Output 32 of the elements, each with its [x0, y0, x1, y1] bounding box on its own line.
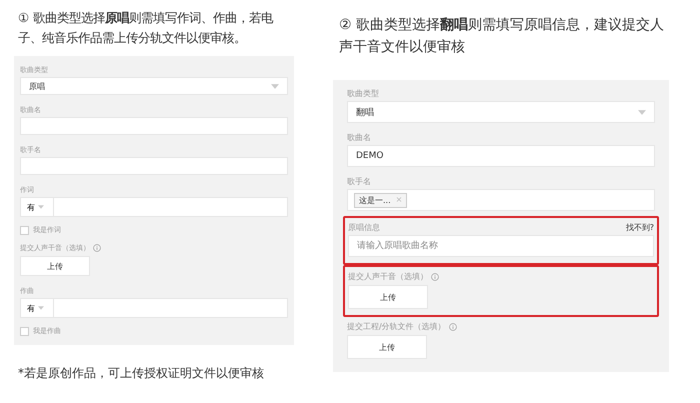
upload-button[interactable]: 上传 — [348, 285, 428, 309]
field-label: 提交工程/分轨文件（选填） — [347, 321, 446, 332]
field-label: 提交人声干音（选填） — [348, 271, 428, 282]
text-field[interactable] — [54, 298, 288, 318]
text-field[interactable] — [20, 117, 288, 135]
upload-button[interactable]: 上传 — [20, 256, 90, 276]
field-label: 歌曲类型 — [347, 88, 379, 99]
upload-button[interactable]: 上传 — [347, 335, 427, 359]
text-field[interactable] — [54, 197, 288, 217]
tag-field[interactable]: 这是一... × — [347, 189, 655, 211]
dropdown-arrow-icon — [638, 110, 646, 114]
dropdown-arrow-icon — [271, 84, 279, 88]
footnote-text: *若是原创作品，可上传授权证明文件以便审核 — [17, 365, 265, 382]
dropdown-arrow-icon — [38, 306, 44, 310]
field-label: 歌手名 — [347, 176, 371, 187]
field-label: 原唱信息 — [348, 222, 380, 233]
info-icon[interactable] — [93, 244, 101, 252]
not-found-link[interactable]: 找不到? — [626, 222, 654, 233]
search-field[interactable]: 请输入原唱歌曲名称 — [348, 235, 654, 257]
text-field[interactable] — [20, 157, 288, 175]
dropdown-arrow-icon — [38, 205, 44, 209]
info-icon[interactable] — [431, 272, 439, 280]
credit-select[interactable]: 有 — [20, 197, 54, 217]
song-type-select[interactable]: 翻唱 — [347, 101, 655, 123]
field-label: 歌曲名 — [347, 132, 371, 143]
song-type-select[interactable]: 原唱 — [20, 77, 288, 95]
credit-select[interactable]: 有 — [20, 298, 54, 318]
text-field[interactable]: DEMO — [347, 145, 655, 167]
instruction-text: ① 歌曲类型选择原唱则需填写作词、作曲，若电子、纯音乐作品需上传分轨文件以便审核。 — [17, 9, 274, 47]
tag-label: 这是一... — [359, 194, 391, 206]
instruction-text: ② 歌曲类型选择翻唱则需填写原唱信息，建议提交人声干音文件以便审核 — [338, 16, 666, 57]
info-icon[interactable] — [448, 322, 457, 330]
